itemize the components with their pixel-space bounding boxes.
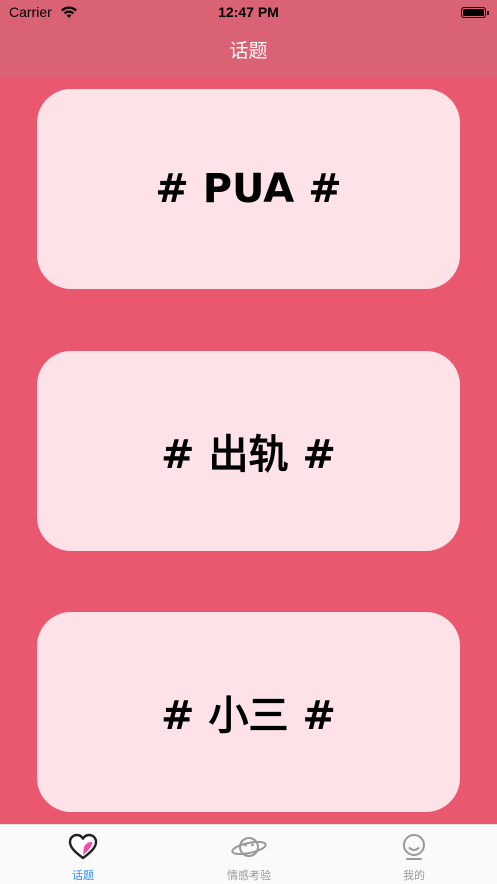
topic-card-pua[interactable]: # PUA # (37, 89, 460, 289)
planet-icon (231, 837, 267, 857)
heart-icon (68, 833, 98, 860)
tab-label: 我的 (403, 869, 425, 882)
clock-time: 12:47 PM (218, 4, 279, 20)
tab-bar: 话题 情感考验 我的 (0, 824, 497, 884)
topic-label: # 出轨 # (161, 432, 336, 478)
topic-card-mistress[interactable]: # 小三 # (37, 612, 460, 812)
topic-label: # PUA # (155, 166, 342, 212)
page-title: 话题 (229, 40, 268, 62)
tab-label: 情感考验 (227, 869, 271, 882)
status-bar: Carrier 12:47 PM (0, 0, 497, 28)
tab-mine[interactable]: 我的 (331, 825, 497, 884)
battery-icon (461, 7, 489, 18)
tab-topics[interactable]: 话题 (0, 825, 166, 884)
topic-card-cheating[interactable]: # 出轨 # (37, 351, 460, 551)
header-bar: Carrier 12:47 PM 话题 (0, 0, 497, 78)
tab-emotion-test[interactable]: 情感考验 (166, 825, 332, 884)
smiley-icon (403, 834, 425, 860)
tab-label: 话题 (72, 869, 94, 882)
topic-label: # 小三 # (161, 693, 336, 739)
